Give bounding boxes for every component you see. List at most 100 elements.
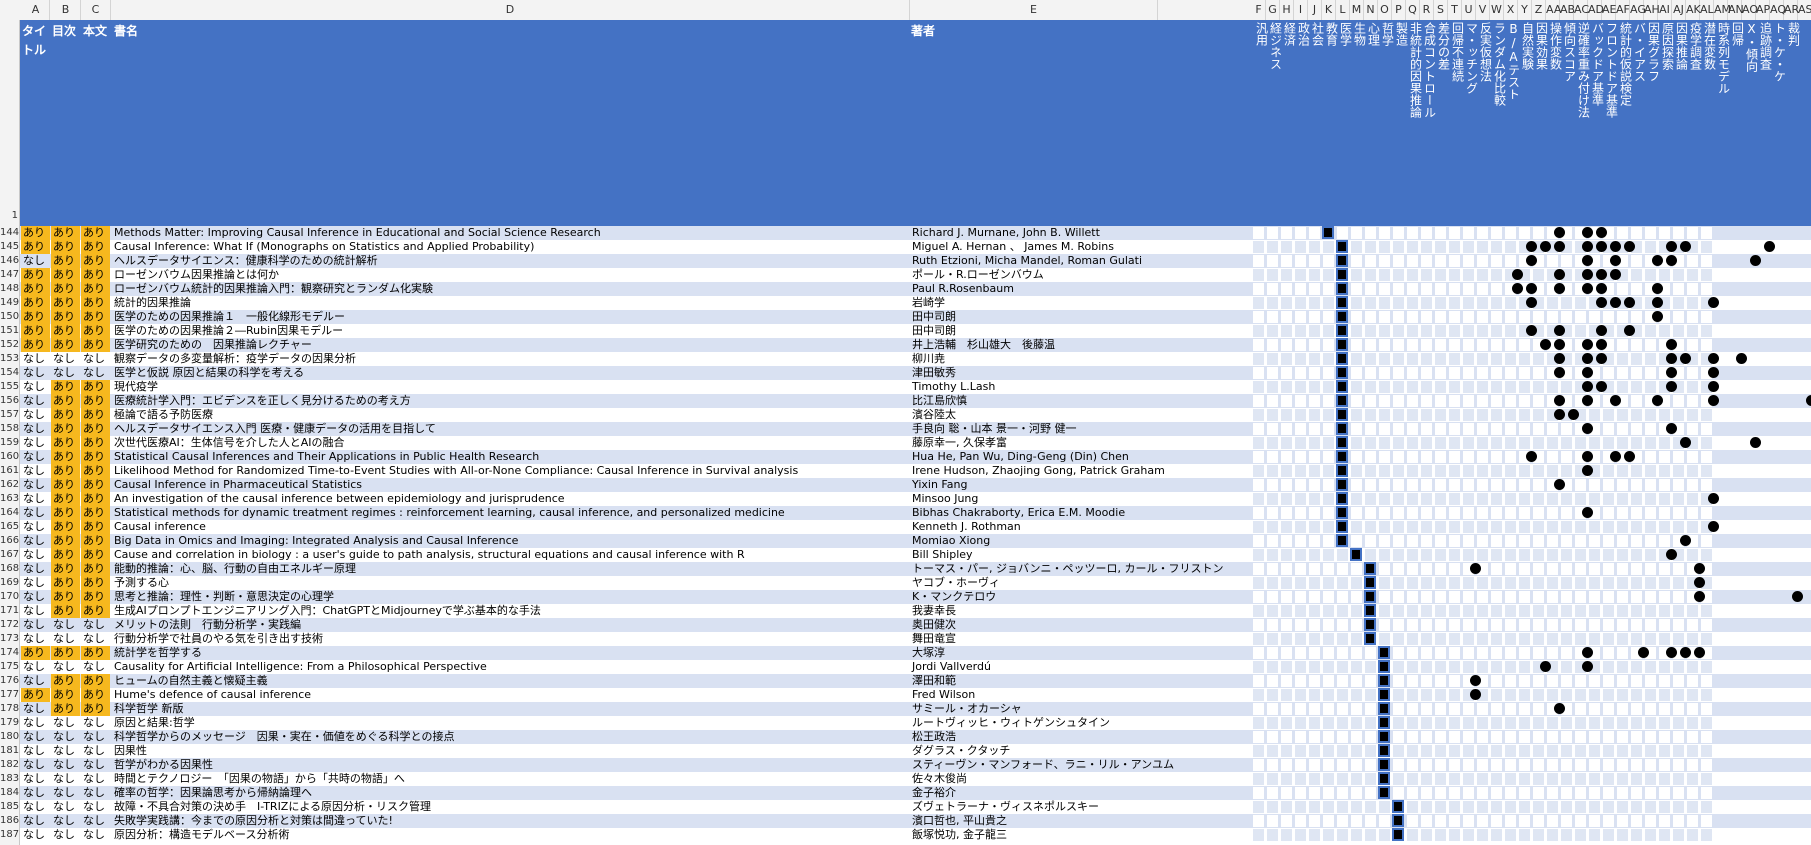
- topic-cell[interactable]: [1407, 353, 1418, 365]
- topic-cell[interactable]: [1435, 787, 1446, 799]
- topic-cell[interactable]: [1435, 409, 1446, 421]
- topic-cell[interactable]: [1323, 647, 1334, 659]
- topic-cell[interactable]: [1267, 605, 1278, 617]
- topic-cell[interactable]: [1491, 801, 1502, 813]
- topic-cell[interactable]: [1463, 325, 1474, 337]
- topic-cell[interactable]: [1267, 689, 1278, 701]
- topic-cell[interactable]: [1505, 535, 1516, 547]
- topic-cell[interactable]: [1687, 689, 1698, 701]
- topic-cell[interactable]: [1267, 661, 1278, 673]
- topic-cell[interactable]: [1547, 675, 1558, 687]
- column-letter-G[interactable]: G: [1266, 0, 1280, 20]
- topic-cell[interactable]: [1491, 605, 1502, 617]
- topic-cell[interactable]: [1533, 773, 1544, 785]
- column-letter-U[interactable]: U: [1462, 0, 1476, 20]
- topic-cell[interactable]: [1603, 773, 1614, 785]
- topic-cell[interactable]: [1687, 605, 1698, 617]
- topic-cell[interactable]: [1435, 801, 1446, 813]
- topic-cell[interactable]: [1477, 647, 1488, 659]
- topic-cell[interactable]: [1351, 423, 1362, 435]
- topic-cell[interactable]: [1505, 577, 1516, 589]
- topic-cell[interactable]: [1365, 535, 1376, 547]
- topic-cell[interactable]: [1673, 605, 1684, 617]
- toc-flag-cell[interactable]: あり: [51, 240, 80, 254]
- body-flag-cell[interactable]: あり: [81, 492, 110, 506]
- topic-cell[interactable]: [1281, 717, 1292, 729]
- topic-cell[interactable]: [1449, 577, 1460, 589]
- topic-cell[interactable]: [1491, 367, 1502, 379]
- title-flag-cell[interactable]: なし: [21, 814, 50, 828]
- table-row[interactable]: なし なし なし メリットの法則 行動分析学・実践編 奥田健次: [20, 618, 1811, 632]
- topic-cell[interactable]: [1617, 479, 1628, 491]
- toc-flag-cell[interactable]: あり: [51, 506, 80, 520]
- topic-cell[interactable]: [1253, 241, 1264, 253]
- topic-cell[interactable]: [1421, 605, 1432, 617]
- topic-cell[interactable]: [1645, 535, 1656, 547]
- topic-cell[interactable]: [1491, 409, 1502, 421]
- toc-flag-cell[interactable]: あり: [51, 338, 80, 352]
- topic-cell[interactable]: [1659, 661, 1670, 673]
- topic-cell[interactable]: [1673, 633, 1684, 645]
- topic-cell[interactable]: [1519, 367, 1530, 379]
- body-flag-cell[interactable]: あり: [81, 590, 110, 604]
- table-row[interactable]: なし なし なし 哲学がわかる因果性 スティーヴン・マンフォード、ラニ・リル・アンユム: [20, 758, 1811, 772]
- topic-cell[interactable]: [1687, 465, 1698, 477]
- topic-cell[interactable]: [1533, 395, 1544, 407]
- topic-cell[interactable]: [1659, 521, 1670, 533]
- topic-cell[interactable]: [1561, 661, 1572, 673]
- topic-cell[interactable]: [1505, 773, 1516, 785]
- topic-cell[interactable]: [1561, 437, 1572, 449]
- topic-cell[interactable]: [1477, 395, 1488, 407]
- row-number[interactable]: 182: [0, 759, 20, 770]
- topic-cell[interactable]: [1477, 339, 1488, 351]
- topic-cell[interactable]: [1365, 451, 1376, 463]
- topic-cell[interactable]: [1393, 549, 1404, 561]
- row-number[interactable]: 168: [0, 563, 20, 574]
- topic-cell[interactable]: [1589, 535, 1600, 547]
- topic-cell[interactable]: [1631, 311, 1642, 323]
- topic-cell[interactable]: [1365, 521, 1376, 533]
- column-letter-AR[interactable]: AR: [1784, 0, 1799, 20]
- topic-cell[interactable]: [1575, 619, 1586, 631]
- author-cell[interactable]: 濱口哲也, 平山貴之: [910, 814, 1255, 828]
- topic-cell[interactable]: [1449, 731, 1460, 743]
- author-cell[interactable]: 藤原幸一, 久保孝富: [910, 436, 1255, 450]
- topic-cell[interactable]: [1281, 661, 1292, 673]
- topic-cell[interactable]: [1659, 269, 1670, 281]
- topic-cell[interactable]: [1267, 451, 1278, 463]
- author-cell[interactable]: 舞田竜宣: [910, 632, 1255, 646]
- topic-cell[interactable]: [1449, 311, 1460, 323]
- book-title-cell[interactable]: 科学哲学 新版: [112, 702, 908, 716]
- topic-cell[interactable]: [1631, 605, 1642, 617]
- topic-cell[interactable]: [1393, 521, 1404, 533]
- topic-cell[interactable]: [1435, 591, 1446, 603]
- topic-cell[interactable]: [1505, 381, 1516, 393]
- topic-cell[interactable]: [1407, 787, 1418, 799]
- column-letter-J[interactable]: J: [1308, 0, 1322, 20]
- topic-cell[interactable]: [1687, 731, 1698, 743]
- topic-cell[interactable]: [1379, 619, 1390, 631]
- topic-cell[interactable]: [1281, 255, 1292, 267]
- body-flag-cell[interactable]: あり: [81, 646, 110, 660]
- topic-cell[interactable]: [1295, 633, 1306, 645]
- topic-cell[interactable]: [1295, 815, 1306, 827]
- topic-cell[interactable]: [1281, 423, 1292, 435]
- author-cell[interactable]: Hua He, Pan Wu, Ding-Geng (Din) Chen: [910, 450, 1255, 464]
- toc-flag-cell[interactable]: あり: [51, 380, 80, 394]
- topic-cell[interactable]: [1253, 787, 1264, 799]
- title-flag-cell[interactable]: なし: [21, 576, 50, 590]
- topic-cell[interactable]: [1393, 787, 1404, 799]
- topic-cell[interactable]: [1491, 479, 1502, 491]
- body-flag-cell[interactable]: あり: [81, 268, 110, 282]
- topic-cell[interactable]: [1659, 437, 1670, 449]
- topic-cell[interactable]: [1533, 437, 1544, 449]
- topic-cell[interactable]: [1687, 745, 1698, 757]
- topic-cell[interactable]: [1603, 409, 1614, 421]
- topic-cell[interactable]: [1365, 227, 1376, 239]
- row-number[interactable]: 183: [0, 773, 20, 784]
- topic-cell[interactable]: [1253, 647, 1264, 659]
- topic-cell[interactable]: [1267, 283, 1278, 295]
- topic-cell[interactable]: [1617, 577, 1628, 589]
- author-cell[interactable]: Minsoo Jung: [910, 492, 1255, 506]
- topic-cell[interactable]: [1449, 815, 1460, 827]
